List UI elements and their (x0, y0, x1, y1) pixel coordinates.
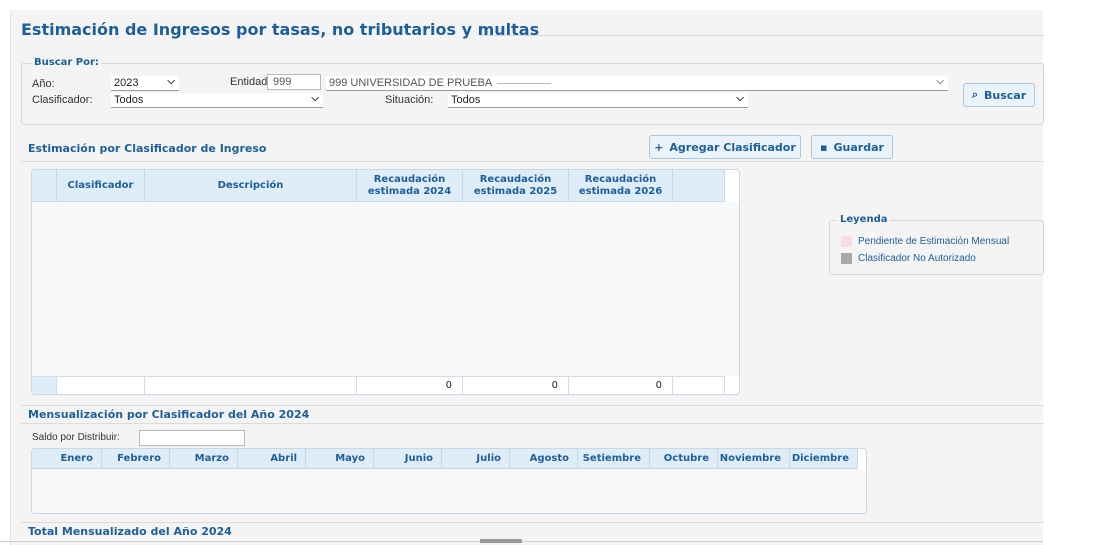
footer-extra (673, 377, 725, 394)
no-autorizado-label: Clasificador No Autorizado (858, 253, 976, 264)
anio-label: Año: (32, 78, 55, 90)
mensual-grid-body (32, 469, 866, 513)
total-2024: 0 (357, 377, 463, 394)
leyenda-title: Leyenda (837, 214, 891, 225)
month-diciembre[interactable]: Diciembre (790, 449, 858, 468)
month-octubre[interactable]: Octubre (650, 449, 718, 468)
estimacion-grid-header: Clasificador Descripción Recaudación est… (32, 170, 725, 202)
total-top-divider (21, 522, 1044, 523)
month-noviembre[interactable]: Noviembre (718, 449, 790, 468)
entidad-value: 999 UNIVERSIDAD DE PRUEBA (329, 77, 492, 89)
month-junio[interactable]: Junio (374, 449, 442, 468)
situacion-value: Todos (451, 94, 481, 106)
col-descripcion[interactable]: Descripción (145, 170, 357, 201)
buscar-button-label: Buscar (984, 88, 1027, 102)
col-clasificador[interactable]: Clasificador (57, 170, 145, 201)
mensual-grid: Enero Febrero Marzo Abril Mayo Junio Jul… (31, 448, 867, 514)
mensual-title: Mensualización por Clasificador del Año … (28, 408, 310, 421)
no-autorizado-swatch (841, 253, 852, 264)
clasificador-select[interactable]: Todos ⌵ (111, 93, 323, 108)
clasificador-label: Clasificador: (32, 94, 93, 106)
page-panel: Estimación de Ingresos por tasas, no tri… (10, 10, 1044, 545)
pendiente-label: Pendiente de Estimación Mensual (858, 236, 1010, 247)
situacion-label: Situación: (385, 94, 434, 106)
agregar-clasificador-button[interactable]: + Agregar Clasificador (649, 135, 801, 159)
estimacion-divider (21, 161, 1044, 162)
month-enero[interactable]: Enero (32, 449, 102, 468)
horizontal-scrollbar[interactable] (480, 539, 522, 543)
total-2025: 0 (463, 377, 569, 394)
plus-icon: + (654, 140, 664, 154)
col-recaudacion-2024[interactable]: Recaudación estimada 2024 (357, 170, 463, 201)
chevron-down-icon: ⌵ (736, 93, 744, 104)
month-febrero[interactable]: Febrero (102, 449, 170, 468)
total-2026: 0 (569, 377, 673, 394)
col-2024-line2: estimada 2024 (367, 185, 452, 197)
guardar-button-label: Guardar (833, 140, 884, 154)
chevron-down-icon: ⌵ (311, 93, 319, 104)
month-marzo[interactable]: Marzo (170, 449, 238, 468)
entidad-label: Entidad: (230, 76, 271, 88)
month-julio[interactable]: Julio (442, 449, 510, 468)
buscar-button[interactable]: ⌕ Buscar (963, 83, 1035, 107)
chevron-down-icon: ⌵ (167, 76, 175, 87)
situacion-select[interactable]: Todos ⌵ (448, 93, 748, 108)
entidad-underline (496, 82, 551, 84)
saldo-input[interactable] (139, 430, 245, 446)
estimacion-grid-body (32, 202, 739, 376)
col-2024-line1: Recaudación (373, 173, 446, 185)
estimacion-title: Estimación por Clasificador de Ingreso (28, 142, 267, 155)
entidad-code-input[interactable]: 999 (267, 74, 321, 90)
footer-descripcion (145, 377, 357, 394)
anio-select[interactable]: 2023 ⌵ (111, 76, 179, 91)
total-title: Total Mensualizado del Año 2024 (28, 525, 232, 538)
leyenda-fieldset: Leyenda (829, 214, 1044, 275)
col-2025-line1: Recaudación (479, 173, 552, 185)
footer-clasificador (57, 377, 145, 394)
save-icon: ▪ (820, 140, 828, 154)
month-abril[interactable]: Abril (238, 449, 306, 468)
col-2026-line2: estimada 2026 (578, 185, 663, 197)
agregar-clasificador-label: Agregar Clasificador (669, 140, 796, 154)
pendiente-swatch (841, 236, 852, 247)
mensual-top-divider (21, 405, 1044, 406)
estimacion-grid-footer: 0 0 0 (32, 376, 725, 394)
title-divider (481, 35, 1044, 36)
anio-value: 2023 (114, 77, 139, 89)
mensual-divider (21, 423, 1044, 424)
saldo-label: Saldo por Distribuir: (32, 432, 120, 443)
col-extra (673, 170, 725, 201)
search-legend: Buscar Por: (31, 57, 102, 68)
footer-selector (32, 377, 57, 394)
estimacion-grid: Clasificador Descripción Recaudación est… (31, 169, 740, 395)
mensual-grid-header: Enero Febrero Marzo Abril Mayo Junio Jul… (32, 449, 858, 469)
page-title: Estimación de Ingresos por tasas, no tri… (21, 20, 540, 39)
chevron-down-icon: ⌵ (936, 76, 944, 87)
clasificador-value: Todos (114, 94, 144, 106)
search-icon: ⌕ (971, 88, 979, 101)
col-2026-line1: Recaudación (584, 173, 657, 185)
month-setiembre[interactable]: Setiembre (578, 449, 650, 468)
row-selector-header (32, 170, 57, 201)
month-mayo[interactable]: Mayo (306, 449, 374, 468)
guardar-button[interactable]: ▪ Guardar (811, 135, 893, 159)
col-recaudacion-2025[interactable]: Recaudación estimada 2025 (463, 170, 569, 201)
month-agosto[interactable]: Agosto (510, 449, 578, 468)
col-recaudacion-2026[interactable]: Recaudación estimada 2026 (569, 170, 673, 201)
entidad-select[interactable]: 999 UNIVERSIDAD DE PRUEBA ⌵ (326, 76, 948, 91)
col-2025-line2: estimada 2025 (473, 185, 558, 197)
